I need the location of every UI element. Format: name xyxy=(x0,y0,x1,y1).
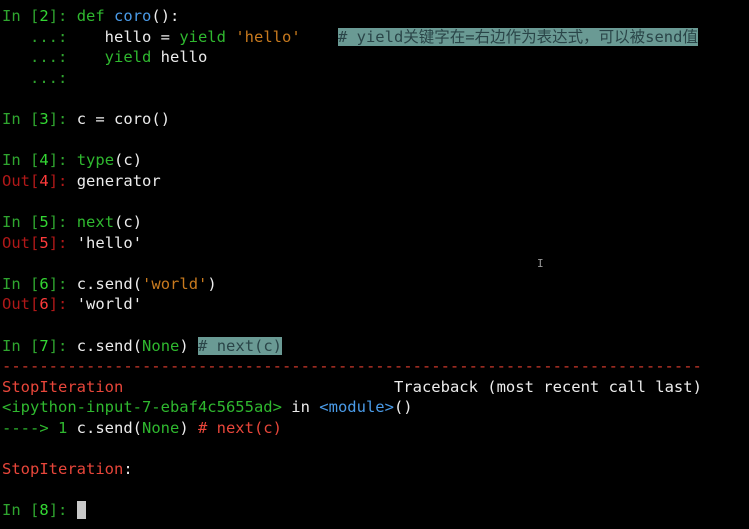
prompt-number: 6 xyxy=(39,274,49,293)
exception-final: StopIteration xyxy=(2,460,124,479)
string-literal: 'world' xyxy=(142,274,208,293)
ipython-terminal[interactable]: In [2]: def coro(): ...: hello = yield '… xyxy=(0,0,749,529)
function-name: coro xyxy=(114,7,152,25)
highlighted-comment: # next(c) xyxy=(198,336,283,355)
traceback-code-line: ----> 1 c.send(None) # next(c) xyxy=(2,418,282,437)
cell-5-input: In [5]: next(c) xyxy=(2,212,143,231)
keyword-def: def xyxy=(76,7,105,25)
traceback-title: Traceback (most recent call last) xyxy=(393,377,702,396)
cell-6-input: In [6]: c.send('world') xyxy=(2,274,217,293)
module-reference: <module> xyxy=(319,398,394,417)
cell-2-line-1: In [2]: def coro(): xyxy=(2,7,180,25)
cell-3-input: In [3]: c = coro() xyxy=(2,109,171,128)
cell-5-output: Out[5]: 'hello' xyxy=(2,233,143,252)
prompt-number: 2 xyxy=(39,7,49,25)
prompt-number: 4 xyxy=(39,151,49,170)
cell-2-line-3: ...: yield hello xyxy=(2,48,208,67)
string-literal: 'hello' xyxy=(235,27,301,46)
highlighted-comment: # yield关键字在=右边作为表达式，可以被send值 xyxy=(337,27,698,46)
output-value: 'world' xyxy=(76,295,143,314)
cell-2-line-4: ...: xyxy=(2,68,749,89)
cell-2-line-2: ...: hello = yield 'hello' # yield关键字在=右… xyxy=(2,27,698,46)
output-value: generator xyxy=(76,171,161,190)
input-reference: <ipython-input-7-ebaf4c5655ad> xyxy=(2,398,282,417)
builtin-next: next xyxy=(76,212,115,231)
traceback-separator: ----------------------------------------… xyxy=(2,357,702,376)
cell-7-input: In [7]: c.send(None) # next(c) xyxy=(2,336,283,355)
cell-6-output: Out[6]: 'world' xyxy=(2,295,143,314)
traceback-location: <ipython-input-7-ebaf4c5655ad> in <modul… xyxy=(2,398,413,417)
cell-8-input[interactable]: In [8]: xyxy=(2,500,749,521)
keyword-none: None xyxy=(142,336,180,355)
continuation-prompt: ...: xyxy=(2,68,68,87)
arrow-indicator: ----> 1 xyxy=(2,418,68,437)
continuation-prompt: ...: xyxy=(2,27,68,46)
output-value: 'hello' xyxy=(76,233,143,252)
exception-name: StopIteration xyxy=(2,377,124,396)
prompt-number: 8 xyxy=(39,501,49,520)
cell-4-input: In [4]: type(c) xyxy=(2,151,143,170)
prompt-number: 3 xyxy=(39,109,49,128)
out-number: 6 xyxy=(39,295,49,314)
cell-4-output: Out[4]: generator xyxy=(2,171,161,190)
continuation-prompt: ...: xyxy=(2,48,68,67)
prompt-number: 5 xyxy=(39,212,49,231)
in-prompt: In [ xyxy=(2,7,40,25)
keyword-yield: yield xyxy=(179,27,226,46)
builtin-type: type xyxy=(76,151,115,170)
out-number: 5 xyxy=(39,233,49,252)
block-cursor-icon[interactable] xyxy=(76,501,86,520)
i-beam-icon: I xyxy=(537,257,544,270)
keyword-yield: yield xyxy=(104,48,152,67)
traceback-final: StopIteration: xyxy=(2,460,133,479)
code-text: c = coro() xyxy=(76,109,171,128)
traceback-header: StopIteration Traceback (most recent cal… xyxy=(2,377,749,398)
prompt-number: 7 xyxy=(39,336,49,355)
code-comment: # next(c) xyxy=(197,418,282,437)
out-number: 4 xyxy=(39,171,49,190)
